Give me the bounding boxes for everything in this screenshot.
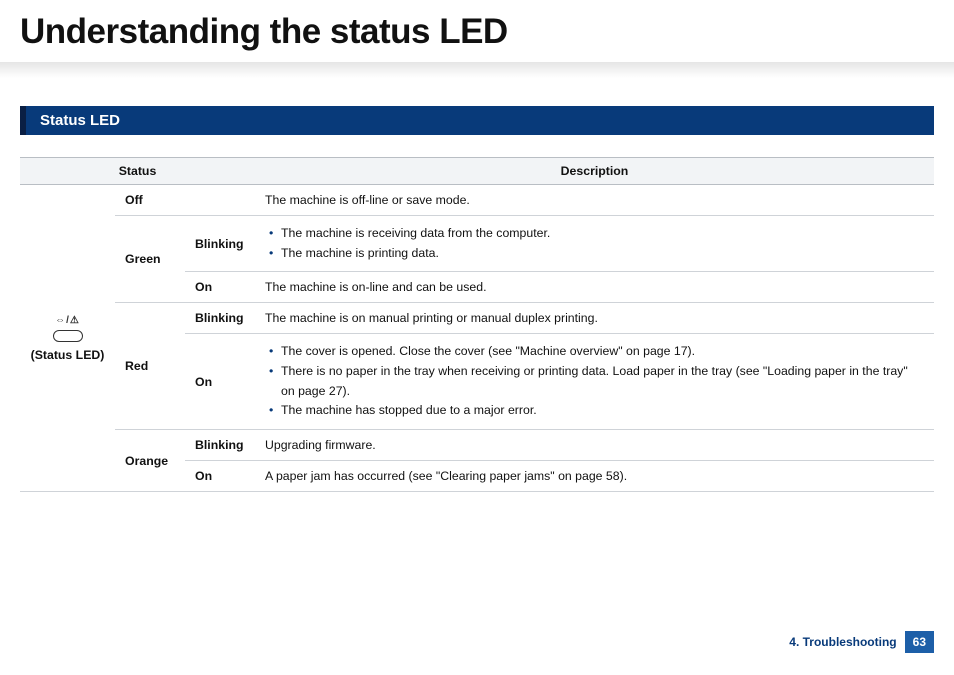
state-off: Off [115,185,255,216]
table-row: ⇔/⚠ (Status LED) Off The machine is off-… [20,185,934,216]
desc-green-on: The machine is on-line and can be used. [255,272,934,303]
status-led-icon: ⇔/⚠ [30,315,105,342]
desc-orange-blinking: Upgrading firmware. [255,430,934,461]
led-glyphs-icon: ⇔/⚠ [55,315,80,326]
footer-page-number: 63 [905,631,934,653]
color-green: Green [115,216,185,303]
list-item: There is no paper in the tray when recei… [265,362,924,401]
title-shadow [0,62,954,78]
footer-chapter: 4. Troubleshooting [789,635,896,649]
state-red-blinking: Blinking [185,303,255,334]
color-orange: Orange [115,430,185,492]
desc-red-blinking: The machine is on manual printing or man… [255,303,934,334]
section-title: Status LED [26,106,934,135]
list-item: The machine has stopped due to a major e… [265,401,924,421]
list-item: The machine is receiving data from the c… [265,224,924,244]
status-led-table: Status Description ⇔/⚠ (Status LED) Off … [20,157,934,492]
desc-red-on: The cover is opened. Close the cover (se… [255,334,934,430]
state-orange-blinking: Blinking [185,430,255,461]
list-item: The cover is opened. Close the cover (se… [265,342,924,362]
state-green-on: On [185,272,255,303]
status-led-label: (Status LED) [30,348,105,362]
led-shape-icon [53,330,83,342]
state-orange-on: On [185,461,255,492]
page-footer: 4. Troubleshooting 63 [789,631,934,653]
table-row: Green Blinking The machine is receiving … [20,216,934,272]
col-status: Status [20,158,255,185]
status-led-cell: ⇔/⚠ (Status LED) [20,185,115,492]
table-row: Red Blinking The machine is on manual pr… [20,303,934,334]
desc-green-blinking: The machine is receiving data from the c… [255,216,934,272]
page-title: Understanding the status LED [20,12,934,62]
desc-orange-on: A paper jam has occurred (see "Clearing … [255,461,934,492]
table-row: Orange Blinking Upgrading firmware. [20,430,934,461]
desc-off: The machine is off-line or save mode. [255,185,934,216]
list-item: The machine is printing data. [265,244,924,264]
state-red-on: On [185,334,255,430]
table-header-row: Status Description [20,158,934,185]
section-header: Status LED [20,106,934,135]
state-green-blinking: Blinking [185,216,255,272]
color-red: Red [115,303,185,430]
col-description: Description [255,158,934,185]
